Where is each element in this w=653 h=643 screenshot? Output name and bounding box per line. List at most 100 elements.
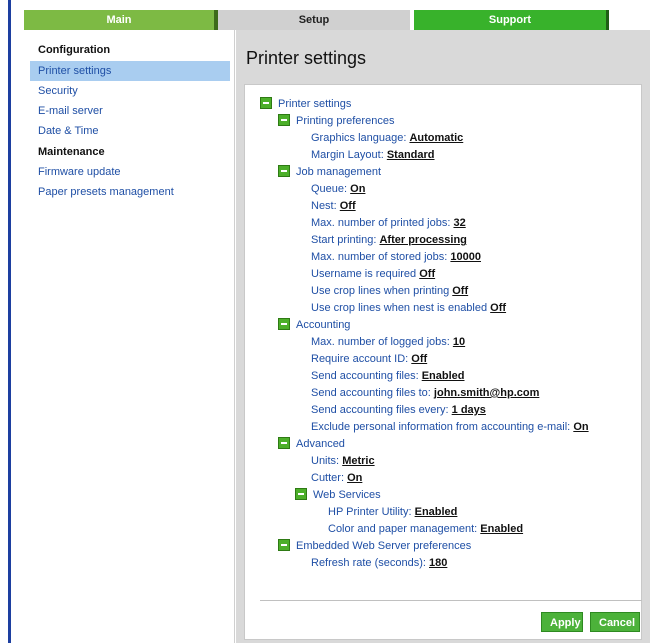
crop-lines-nest-value[interactable]: Off bbox=[490, 302, 506, 314]
setting-hp-printer-utility: HP Printer Utility: Enabled bbox=[328, 505, 457, 519]
setting-max-stored-jobs: Max. number of stored jobs: 10000 bbox=[311, 250, 481, 264]
setting-crop-lines-nest: Use crop lines when nest is enabled Off bbox=[311, 301, 506, 315]
tree-advanced[interactable]: Advanced bbox=[278, 437, 345, 451]
tree-job-management[interactable]: Job management bbox=[278, 165, 381, 179]
setting-max-logged-jobs: Max. number of logged jobs: 10 bbox=[311, 335, 465, 349]
cutter-value[interactable]: On bbox=[347, 472, 362, 484]
sidebar-item-paper-presets[interactable]: Paper presets management bbox=[30, 182, 230, 202]
setting-margin-layout: Margin Layout: Standard bbox=[311, 148, 435, 162]
settings-content: Printer settings Printing preferences Gr… bbox=[244, 84, 642, 640]
setting-label: Send accounting files: bbox=[311, 370, 419, 382]
setting-exclude-personal-info: Exclude personal information from accoun… bbox=[311, 420, 589, 434]
printing-preferences-label: Printing preferences bbox=[296, 115, 395, 127]
hp-printer-utility-value[interactable]: Enabled bbox=[415, 506, 458, 518]
collapse-icon[interactable] bbox=[278, 539, 290, 551]
setting-label: Max. number of logged jobs: bbox=[311, 336, 450, 348]
left-accent-stripe bbox=[8, 0, 11, 643]
tab-support[interactable]: Support bbox=[414, 10, 609, 30]
accounting-label: Accounting bbox=[296, 319, 351, 331]
units-value[interactable]: Metric bbox=[342, 455, 374, 467]
setting-max-printed-jobs: Max. number of printed jobs: 32 bbox=[311, 216, 466, 230]
tree-accounting[interactable]: Accounting bbox=[278, 318, 350, 332]
setting-color-paper-management: Color and paper management: Enabled bbox=[328, 522, 523, 536]
setting-cutter: Cutter: On bbox=[311, 471, 362, 485]
setting-crop-lines: Use crop lines when printing Off bbox=[311, 284, 468, 298]
tab-main[interactable]: Main bbox=[24, 10, 218, 30]
send-accounting-every-value[interactable]: 1 days bbox=[452, 404, 486, 416]
max-printed-jobs-value[interactable]: 32 bbox=[453, 217, 465, 229]
setting-label: HP Printer Utility: bbox=[328, 506, 412, 518]
tree-root-label: Printer settings bbox=[278, 98, 352, 110]
advanced-label: Advanced bbox=[296, 438, 345, 450]
setting-nest: Nest: Off bbox=[311, 199, 356, 213]
setting-label: Units: bbox=[311, 455, 340, 467]
setting-label: Send accounting files to: bbox=[311, 387, 431, 399]
sidebar-heading-configuration: Configuration bbox=[38, 44, 111, 56]
sidebar-item-printer-settings[interactable]: Printer settings bbox=[30, 61, 230, 81]
setting-label: Color and paper management: bbox=[328, 523, 478, 535]
setting-send-accounting-to: Send accounting files to: john.smith@hp.… bbox=[311, 386, 539, 400]
setting-label: Cutter: bbox=[311, 472, 345, 484]
send-accounting-files-value[interactable]: Enabled bbox=[422, 370, 465, 382]
setting-label: Start printing: bbox=[311, 234, 377, 246]
setting-graphics-language: Graphics language: Automatic bbox=[311, 131, 463, 145]
apply-button[interactable]: Apply bbox=[541, 612, 583, 632]
sidebar-item-firmware-update[interactable]: Firmware update bbox=[30, 162, 230, 182]
setting-label: Queue: bbox=[311, 183, 348, 195]
setting-send-accounting-files: Send accounting files: Enabled bbox=[311, 369, 465, 383]
collapse-icon[interactable] bbox=[260, 97, 272, 109]
refresh-rate-value[interactable]: 180 bbox=[429, 557, 447, 569]
setting-refresh-rate: Refresh rate (seconds): 180 bbox=[311, 556, 447, 570]
sidebar: Configuration Printer settings Security … bbox=[24, 30, 235, 643]
setting-label: Send accounting files every: bbox=[311, 404, 449, 416]
color-paper-management-value[interactable]: Enabled bbox=[480, 523, 523, 535]
graphics-language-value[interactable]: Automatic bbox=[409, 132, 463, 144]
setting-label: Graphics language: bbox=[311, 132, 407, 144]
tree-web-services[interactable]: Web Services bbox=[295, 488, 381, 502]
setting-label: Exclude personal information from accoun… bbox=[311, 421, 571, 433]
setting-username-required: Username is required Off bbox=[311, 267, 435, 281]
start-printing-value[interactable]: After processing bbox=[379, 234, 466, 246]
tab-setup[interactable]: Setup bbox=[218, 10, 410, 30]
max-logged-jobs-value[interactable]: 10 bbox=[453, 336, 465, 348]
setting-queue: Queue: On bbox=[311, 182, 365, 196]
exclude-personal-info-value[interactable]: On bbox=[573, 421, 588, 433]
page-title: Printer settings bbox=[246, 48, 367, 68]
require-account-id-value[interactable]: Off bbox=[411, 353, 427, 365]
setting-label: Username is required bbox=[311, 268, 417, 280]
crop-lines-value[interactable]: Off bbox=[452, 285, 468, 297]
sidebar-item-email-server[interactable]: E-mail server bbox=[30, 101, 230, 121]
tree-printing-preferences[interactable]: Printing preferences bbox=[278, 114, 394, 128]
ews-preferences-label: Embedded Web Server preferences bbox=[296, 540, 472, 552]
max-stored-jobs-value[interactable]: 10000 bbox=[450, 251, 481, 263]
sidebar-item-security[interactable]: Security bbox=[30, 81, 230, 101]
send-accounting-to-value[interactable]: john.smith@hp.com bbox=[434, 387, 539, 399]
collapse-icon[interactable] bbox=[278, 165, 290, 177]
sidebar-item-date-time[interactable]: Date & Time bbox=[30, 121, 230, 141]
tree-ews-preferences[interactable]: Embedded Web Server preferences bbox=[278, 539, 471, 553]
queue-value[interactable]: On bbox=[350, 183, 365, 195]
setting-label: Max. number of printed jobs: bbox=[311, 217, 451, 229]
web-services-label: Web Services bbox=[313, 489, 381, 501]
setting-label: Use crop lines when printing bbox=[311, 285, 450, 297]
collapse-icon[interactable] bbox=[295, 488, 307, 500]
setting-label: Refresh rate (seconds): bbox=[311, 557, 426, 569]
setting-send-accounting-every: Send accounting files every: 1 days bbox=[311, 403, 486, 417]
collapse-icon[interactable] bbox=[278, 437, 290, 449]
nest-value[interactable]: Off bbox=[340, 200, 356, 212]
setting-label: Require account ID: bbox=[311, 353, 409, 365]
setting-require-account-id: Require account ID: Off bbox=[311, 352, 427, 366]
cancel-button[interactable]: Cancel bbox=[590, 612, 640, 632]
setting-label: Max. number of stored jobs: bbox=[311, 251, 448, 263]
tree-root[interactable]: Printer settings bbox=[260, 97, 351, 111]
window-left-edge bbox=[0, 0, 11, 643]
margin-layout-value[interactable]: Standard bbox=[387, 149, 435, 161]
setting-units: Units: Metric bbox=[311, 454, 375, 468]
footer-divider bbox=[260, 600, 642, 601]
username-required-value[interactable]: Off bbox=[419, 268, 435, 280]
setting-label: Margin Layout: bbox=[311, 149, 384, 161]
main-panel: Printer settings Printer settings Printi… bbox=[236, 30, 650, 643]
collapse-icon[interactable] bbox=[278, 318, 290, 330]
collapse-icon[interactable] bbox=[278, 114, 290, 126]
setting-label: Nest: bbox=[311, 200, 337, 212]
